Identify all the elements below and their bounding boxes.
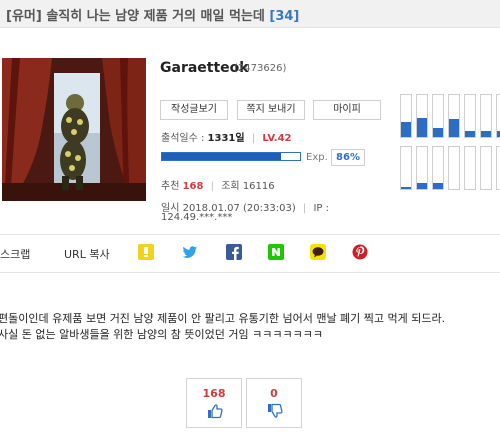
send-message-button[interactable]: 쪽지 보내기: [237, 100, 305, 120]
activity-column: [448, 94, 460, 138]
mypi-button[interactable]: 마이피: [313, 100, 381, 120]
separator: |: [302, 203, 307, 214]
downvote-count: 0: [270, 387, 278, 400]
activity-column: [432, 94, 444, 138]
activity-column: [496, 146, 500, 190]
scrap-button[interactable]: 스크랩: [0, 246, 30, 262]
activity-column: [480, 146, 492, 190]
recommend-views-row: 추천 168 | 조회 16116: [161, 177, 275, 192]
comment-count[interactable]: [34]: [269, 9, 299, 24]
attendance-value: 1331일: [207, 133, 245, 144]
view-posts-button[interactable]: 작성글보기: [160, 100, 228, 120]
naver-icon[interactable]: [268, 244, 284, 260]
activity-column: [416, 94, 428, 138]
activity-column: [464, 94, 476, 138]
kakaotalk-icon[interactable]: [310, 244, 326, 260]
exp-percent: 86%: [331, 149, 365, 166]
exp-label: Exp.: [306, 152, 328, 163]
post-body-line-1: 편돌이인데 유제품 보면 거진 남양 제품이 안 팔리고 유통기한 넘어서 맨날…: [0, 312, 446, 325]
thumbs-up-icon: [208, 404, 223, 419]
activity-column: [416, 146, 428, 190]
recommend-value: 168: [182, 181, 204, 192]
activity-column: [448, 146, 460, 190]
activity-column-fill: [401, 186, 411, 189]
activity-column: [496, 94, 500, 138]
activity-column: [400, 146, 412, 190]
ip-value: 124.49.***.***: [161, 212, 233, 223]
attendance-row: 출석일수 : 1331일 | LV.42: [161, 129, 292, 144]
views-label: 조회: [221, 181, 240, 192]
naver-blog-icon[interactable]: [138, 244, 154, 260]
downvote-button[interactable]: 0: [246, 378, 302, 428]
facebook-icon[interactable]: [226, 244, 242, 260]
level-badge: LV.42: [262, 133, 292, 144]
activity-column: [400, 94, 412, 138]
upvote-count: 168: [202, 387, 226, 400]
activity-column-fill: [433, 127, 443, 137]
activity-column-fill: [401, 122, 411, 137]
attendance-label: 출석일수 :: [161, 133, 205, 144]
separator: |: [251, 133, 256, 144]
activity-column: [464, 146, 476, 190]
divider: [0, 272, 500, 273]
upvote-button[interactable]: 168: [186, 378, 242, 428]
views-value: 16116: [242, 181, 275, 192]
divider: [0, 234, 500, 235]
activity-column-fill: [481, 130, 491, 137]
post-title: [유머] 솔직히 나는 남양 제품 거의 매일 먹는데 [34]: [6, 5, 299, 24]
title-bar: [유머] 솔직히 나는 남양 제품 거의 매일 먹는데 [34]: [0, 0, 500, 28]
exp-progress-fill: [162, 153, 281, 160]
post-title-text: [유머] 솔직히 나는 남양 제품 거의 매일 먹는데: [6, 9, 265, 24]
recommend-label: 추천: [161, 181, 180, 192]
pinterest-icon[interactable]: [352, 244, 368, 260]
profile-picture[interactable]: [2, 58, 146, 201]
activity-column-fill: [417, 182, 427, 189]
thumbs-down-icon: [268, 403, 283, 418]
ip-label: IP :: [313, 203, 330, 214]
exp-progress-bar: [161, 152, 301, 161]
activity-column-fill: [417, 118, 427, 137]
separator: |: [210, 181, 215, 192]
activity-column-fill: [465, 130, 475, 137]
activity-column-fill: [433, 182, 443, 189]
activity-column: [480, 94, 492, 138]
post-body-line-2: 사실 돈 없는 알바생들을 위한 남양의 참 뜻이었던 거임 ㅋㅋㅋㅋㅋㅋㅋ: [0, 328, 323, 341]
activity-column: [432, 146, 444, 190]
activity-column-fill: [449, 119, 459, 137]
twitter-icon[interactable]: [182, 244, 198, 260]
user-id: (2473626): [234, 63, 287, 74]
url-copy-button[interactable]: URL 복사: [64, 246, 110, 262]
